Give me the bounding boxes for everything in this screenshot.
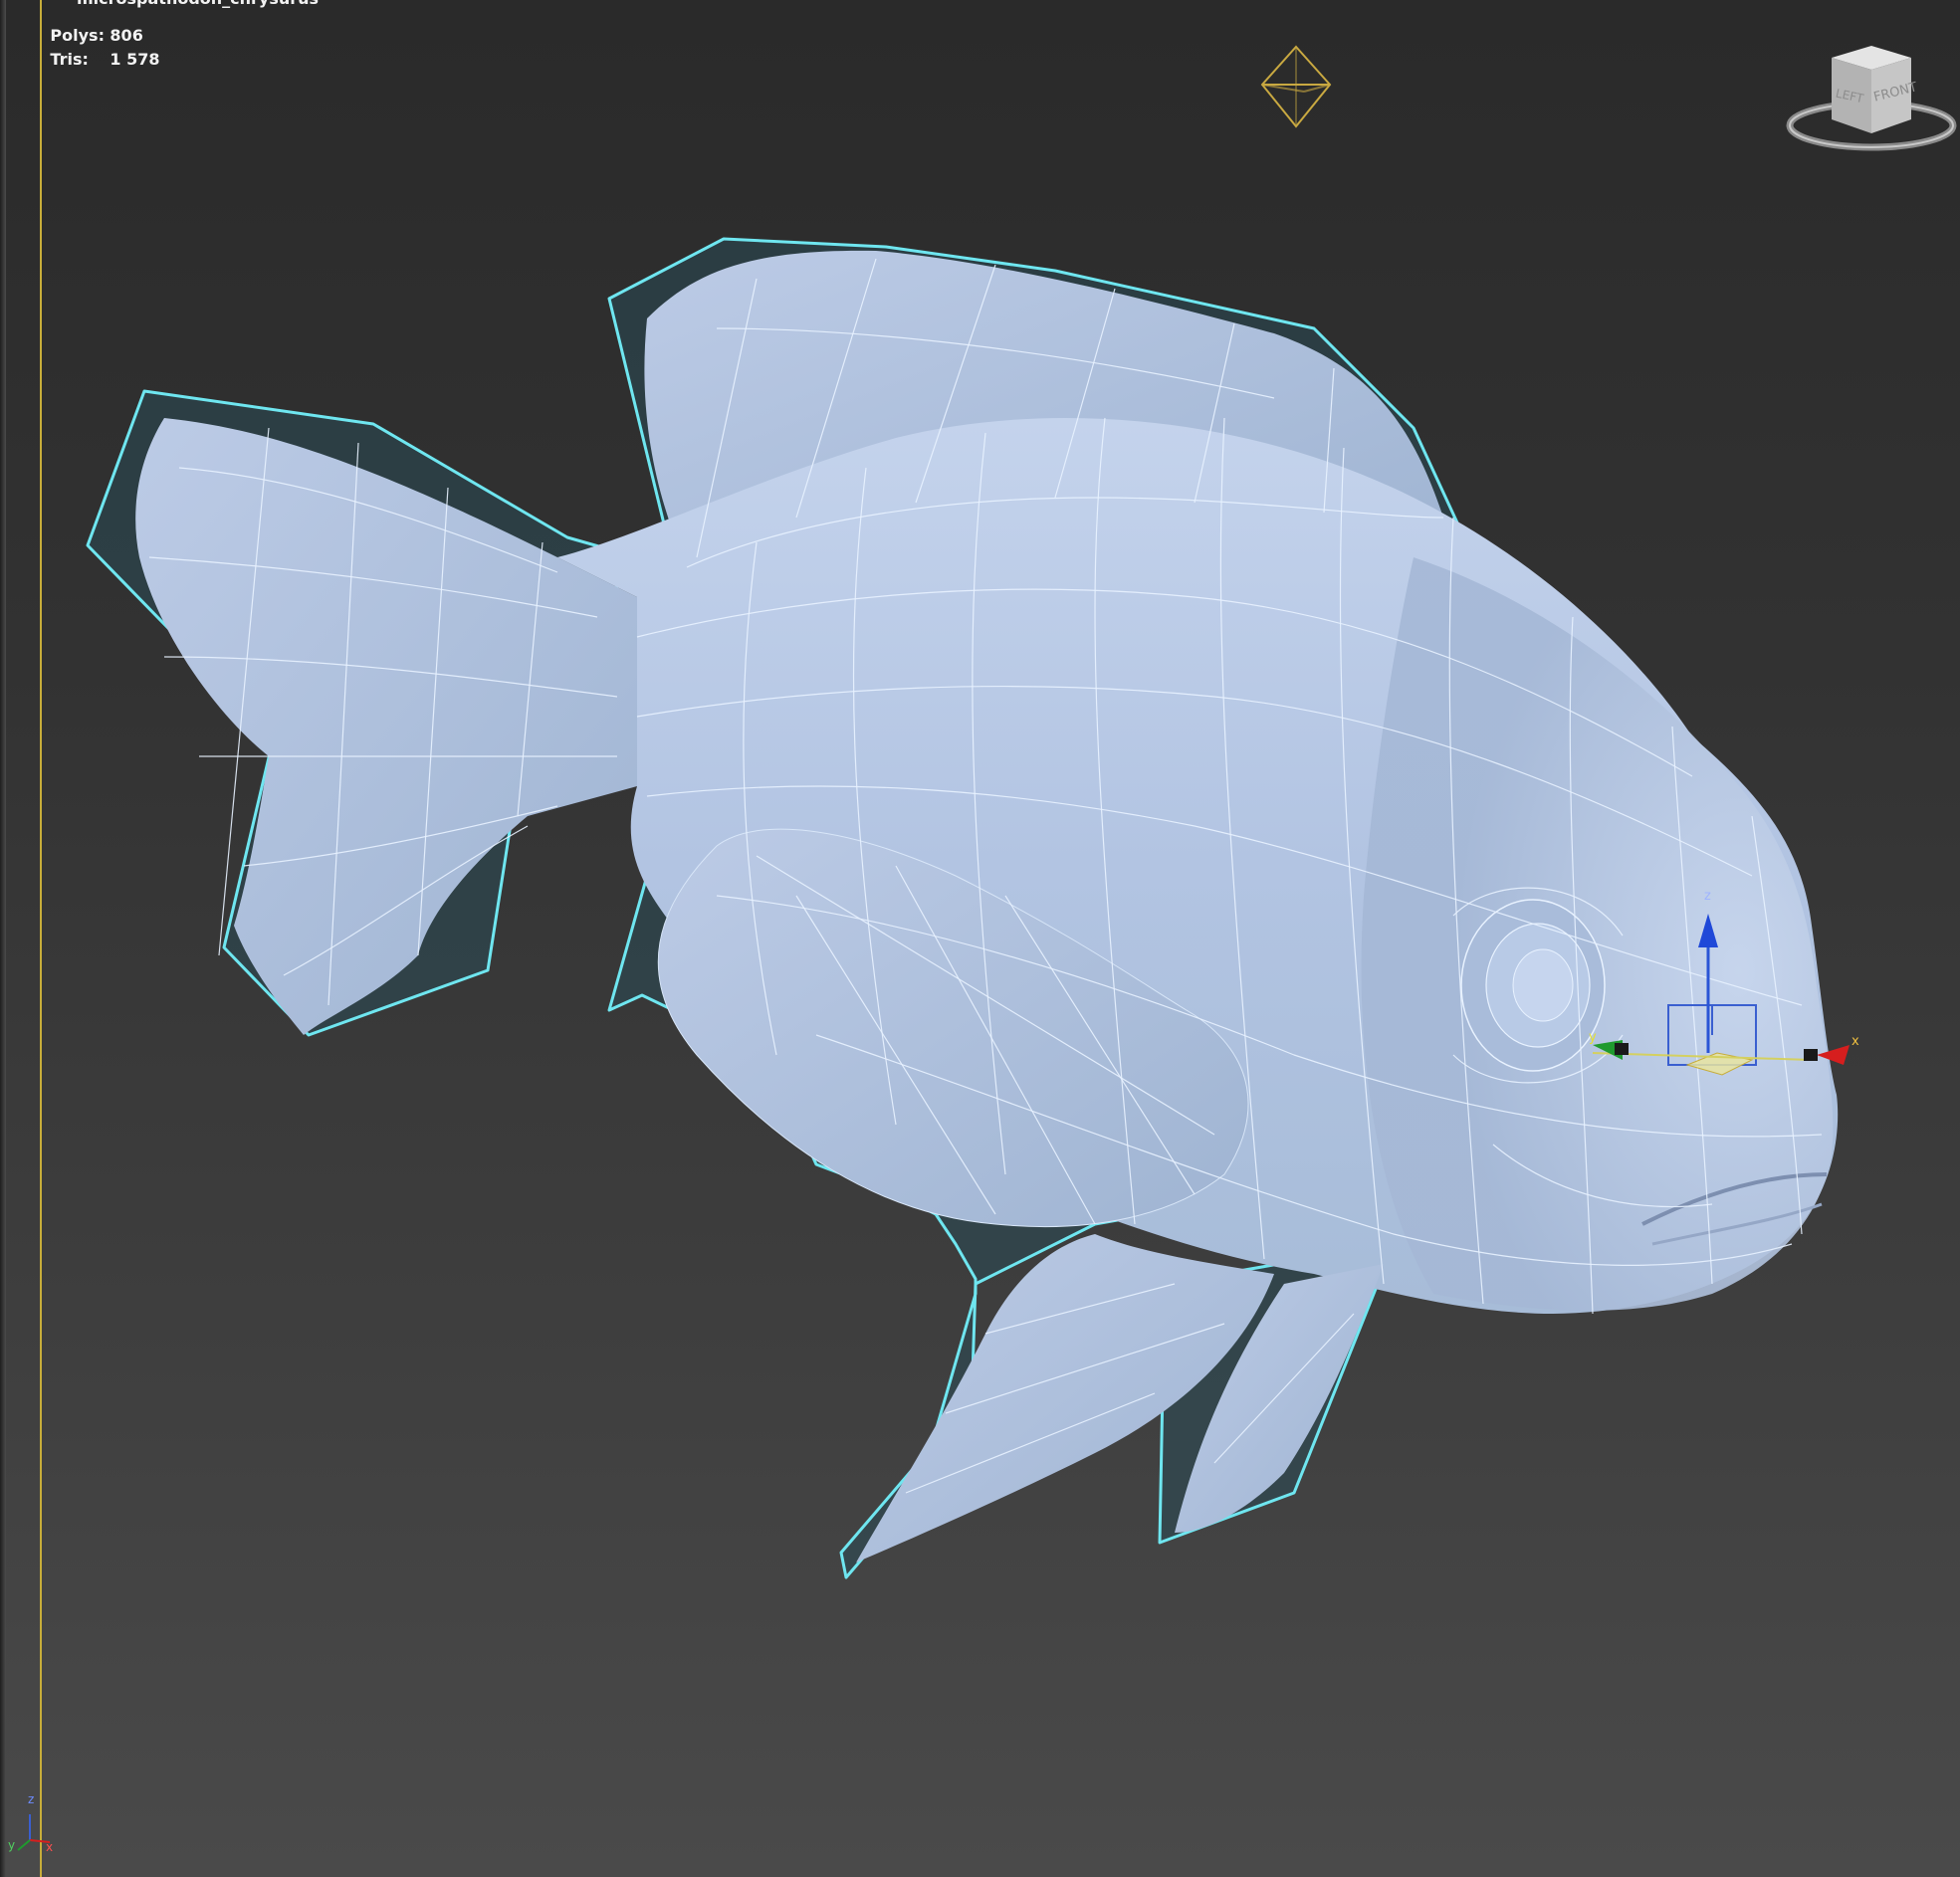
- mini-axis-y-label: y: [8, 1838, 16, 1852]
- mini-axis-z-label: z: [28, 1792, 35, 1806]
- mini-axis-x-label: x: [46, 1840, 54, 1854]
- gizmo-z-label: z: [1704, 889, 1711, 904]
- perspective-viewport[interactable]: microspathodon_chrysurus Polys:806 Tris:…: [0, 0, 1960, 1877]
- light-helper-icon[interactable]: [1260, 45, 1332, 128]
- fish-mesh[interactable]: [86, 237, 1839, 1579]
- gizmo-x-label: x: [1851, 1034, 1859, 1049]
- fish-eye: [1460, 899, 1606, 1072]
- scene-canvas: z x y: [86, 45, 1859, 1579]
- axis-tripod-icon: z x y: [8, 1786, 58, 1856]
- gizmo-y-label: y: [1589, 1030, 1597, 1045]
- viewcube-icon[interactable]: LEFT FRONT: [1780, 40, 1959, 159]
